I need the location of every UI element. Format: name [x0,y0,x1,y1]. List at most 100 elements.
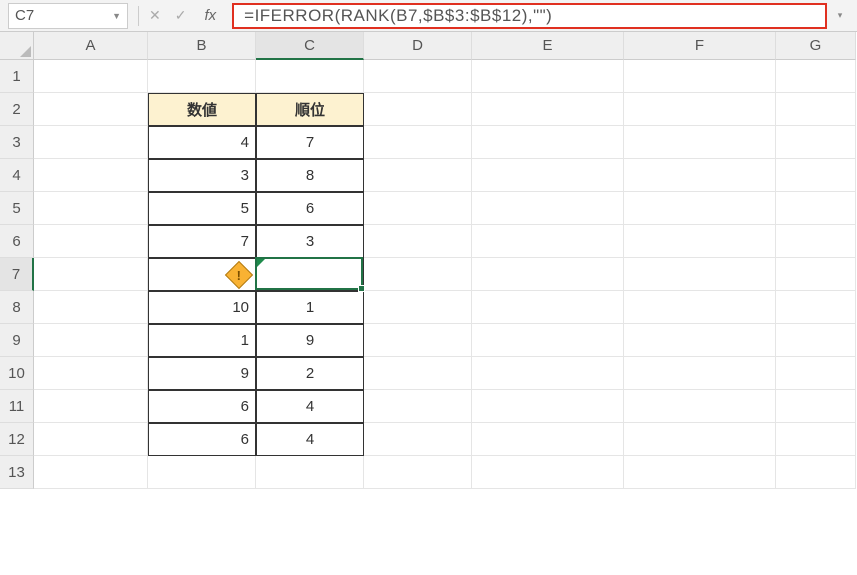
error-indicator-icon[interactable]: ! [225,260,253,288]
fx-icon[interactable]: fx [204,7,216,24]
cell-E11[interactable] [472,390,624,423]
cell-A2[interactable] [34,93,148,126]
cell-A10[interactable] [34,357,148,390]
cell-A6[interactable] [34,225,148,258]
cell-G13[interactable] [776,456,856,489]
column-header-E[interactable]: E [472,32,624,60]
column-header-C[interactable]: C [256,32,364,60]
cell-F8[interactable] [624,291,776,324]
cell-B11[interactable]: 6 [148,390,256,423]
cell-G8[interactable] [776,291,856,324]
cell-D2[interactable] [364,93,472,126]
cell-E4[interactable] [472,159,624,192]
confirm-icon[interactable]: ✓ [175,7,187,24]
column-header-G[interactable]: G [776,32,856,60]
cell-B10[interactable]: 9 [148,357,256,390]
row-header-10[interactable]: 10 [0,357,34,390]
cell-G4[interactable] [776,159,856,192]
cell-A7[interactable] [34,258,148,291]
cell-C9[interactable]: 9 [256,324,364,357]
cell-F9[interactable] [624,324,776,357]
cell-C1[interactable] [256,60,364,93]
cell-A8[interactable] [34,291,148,324]
cell-E1[interactable] [472,60,624,93]
cell-G1[interactable] [776,60,856,93]
cell-G7[interactable] [776,258,856,291]
cell-D8[interactable] [364,291,472,324]
cell-B9[interactable]: 1 [148,324,256,357]
cell-E8[interactable] [472,291,624,324]
cell-D7[interactable] [364,258,472,291]
name-box[interactable]: C7 ▼ [8,3,128,29]
column-header-D[interactable]: D [364,32,472,60]
cell-D4[interactable] [364,159,472,192]
cell-E5[interactable] [472,192,624,225]
cell-B1[interactable] [148,60,256,93]
cell-C12[interactable]: 4 [256,423,364,456]
row-header-8[interactable]: 8 [0,291,34,324]
cell-D5[interactable] [364,192,472,225]
cell-C8[interactable]: 1 [256,291,364,324]
cell-C5[interactable]: 6 [256,192,364,225]
cell-A1[interactable] [34,60,148,93]
cell-E9[interactable] [472,324,624,357]
cell-E6[interactable] [472,225,624,258]
cell-F6[interactable] [624,225,776,258]
cell-B7[interactable]: ! [148,258,256,291]
row-header-12[interactable]: 12 [0,423,34,456]
cell-F5[interactable] [624,192,776,225]
cell-B4[interactable]: 3 [148,159,256,192]
row-header-13[interactable]: 13 [0,456,34,489]
name-box-dropdown-icon[interactable]: ▼ [112,11,121,21]
cell-C7[interactable] [256,258,364,291]
column-header-B[interactable]: B [148,32,256,60]
cell-E7[interactable] [472,258,624,291]
cell-C4[interactable]: 8 [256,159,364,192]
cell-G12[interactable] [776,423,856,456]
cell-B5[interactable]: 5 [148,192,256,225]
cell-F11[interactable] [624,390,776,423]
cell-A3[interactable] [34,126,148,159]
cell-A9[interactable] [34,324,148,357]
cell-G9[interactable] [776,324,856,357]
row-header-6[interactable]: 6 [0,225,34,258]
cell-F2[interactable] [624,93,776,126]
cell-D10[interactable] [364,357,472,390]
cell-G6[interactable] [776,225,856,258]
row-header-3[interactable]: 3 [0,126,34,159]
cell-A11[interactable] [34,390,148,423]
cell-F10[interactable] [624,357,776,390]
column-header-A[interactable]: A [34,32,148,60]
cell-D12[interactable] [364,423,472,456]
cell-grid[interactable]: 数値順位47385673!10119926464 [34,60,856,489]
cell-B13[interactable] [148,456,256,489]
cell-G3[interactable] [776,126,856,159]
cell-D3[interactable] [364,126,472,159]
expand-formula-bar-icon[interactable]: ▾ [831,10,849,21]
cell-C10[interactable]: 2 [256,357,364,390]
cell-D1[interactable] [364,60,472,93]
cell-E2[interactable] [472,93,624,126]
row-header-4[interactable]: 4 [0,159,34,192]
cell-G2[interactable] [776,93,856,126]
cell-B3[interactable]: 4 [148,126,256,159]
cell-A5[interactable] [34,192,148,225]
cell-F7[interactable] [624,258,776,291]
cell-E12[interactable] [472,423,624,456]
row-header-11[interactable]: 11 [0,390,34,423]
cell-B2[interactable]: 数値 [148,93,256,126]
cell-C2[interactable]: 順位 [256,93,364,126]
row-header-7[interactable]: 7 [0,258,34,291]
cell-E13[interactable] [472,456,624,489]
cell-B6[interactable]: 7 [148,225,256,258]
cell-C6[interactable]: 3 [256,225,364,258]
cell-C13[interactable] [256,456,364,489]
select-all-corner[interactable] [0,32,34,60]
cell-B8[interactable]: 10 [148,291,256,324]
cell-C11[interactable]: 4 [256,390,364,423]
cell-F1[interactable] [624,60,776,93]
cell-D9[interactable] [364,324,472,357]
cell-E10[interactable] [472,357,624,390]
column-header-F[interactable]: F [624,32,776,60]
cell-A4[interactable] [34,159,148,192]
